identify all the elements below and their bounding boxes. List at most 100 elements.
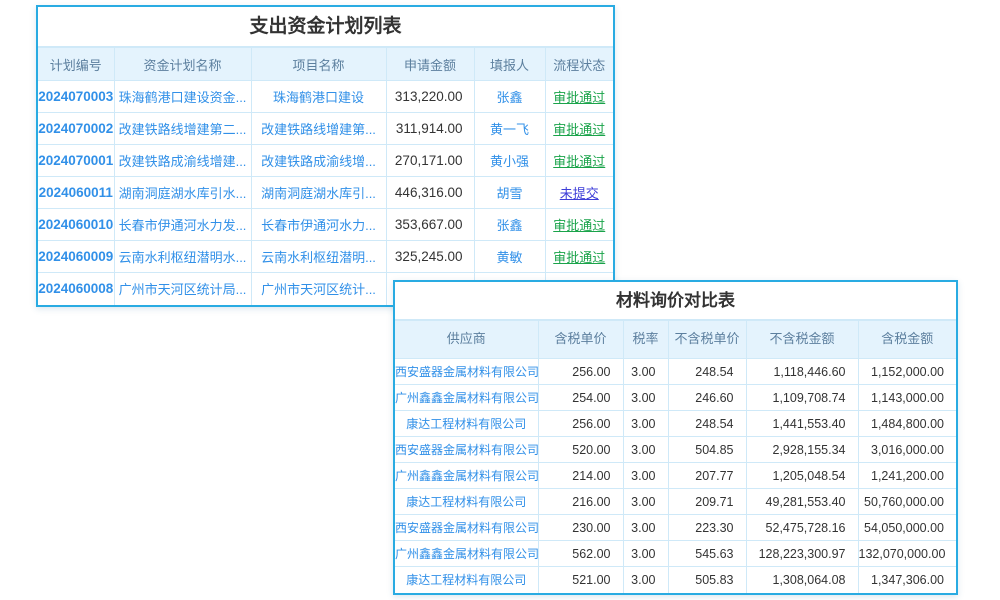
material-quote-header-row: 供应商 含税单价 税率 不含税单价 不含税金额 含税金额 bbox=[395, 321, 956, 359]
request-amount-cell: 311,914.00 bbox=[386, 113, 474, 145]
price-incl-tax-cell: 521.00 bbox=[538, 567, 623, 593]
table-row[interactable]: 2024070003珠海鹤港口建设资金...珠海鹤港口建设313,220.00张… bbox=[38, 81, 613, 113]
table-row[interactable]: 2024060009云南水利枢纽潜明水...云南水利枢纽潜明...325,245… bbox=[38, 241, 613, 273]
price-incl-tax-cell: 256.00 bbox=[538, 359, 623, 385]
price-excl-tax-cell: 207.77 bbox=[668, 463, 746, 489]
table-row[interactable]: 西安盛器金属材料有限公司230.003.00223.3052,475,728.1… bbox=[395, 515, 956, 541]
plan-id-link[interactable]: 2024060011 bbox=[38, 177, 114, 209]
desktop-background: 支出资金计划列表 计划编号 资金计划名称 项目名称 申请金额 填报人 流程状态 … bbox=[0, 0, 1000, 600]
table-row[interactable]: 西安盛器金属材料有限公司520.003.00504.852,928,155.34… bbox=[395, 437, 956, 463]
status-link[interactable]: 未提交 bbox=[560, 186, 599, 201]
reporter-cell: 张鑫 bbox=[474, 81, 545, 113]
price-incl-tax-cell: 562.00 bbox=[538, 541, 623, 567]
price-incl-tax-cell: 230.00 bbox=[538, 515, 623, 541]
fund-plan-name-cell: 云南水利枢纽潜明水... bbox=[114, 241, 251, 273]
fund-plan-name-cell: 改建铁路成渝线增建... bbox=[114, 145, 251, 177]
price-incl-tax-cell: 216.00 bbox=[538, 489, 623, 515]
amount-excl-tax-cell: 2,928,155.34 bbox=[746, 437, 858, 463]
supplier-cell: 广州鑫鑫金属材料有限公司 bbox=[395, 463, 538, 489]
supplier-cell: 西安盛器金属材料有限公司 bbox=[395, 515, 538, 541]
column-header-project-name: 项目名称 bbox=[251, 48, 386, 81]
table-row[interactable]: 广州鑫鑫金属材料有限公司254.003.00246.601,109,708.74… bbox=[395, 385, 956, 411]
project-name-cell: 改建铁路成渝线增... bbox=[251, 145, 386, 177]
amount-incl-tax-cell: 3,016,000.00 bbox=[858, 437, 956, 463]
plan-id-link[interactable]: 2024060009 bbox=[38, 241, 114, 273]
reporter-cell: 黄敏 bbox=[474, 241, 545, 273]
amount-excl-tax-cell: 1,308,064.08 bbox=[746, 567, 858, 593]
plan-id-link[interactable]: 2024070002 bbox=[38, 113, 114, 145]
project-name-cell: 湖南洞庭湖水库引... bbox=[251, 177, 386, 209]
tax-rate-cell: 3.00 bbox=[623, 437, 668, 463]
price-excl-tax-cell: 246.60 bbox=[668, 385, 746, 411]
column-header-amount: 申请金额 bbox=[386, 48, 474, 81]
table-row[interactable]: 康达工程材料有限公司521.003.00505.831,308,064.081,… bbox=[395, 567, 956, 593]
price-incl-tax-cell: 520.00 bbox=[538, 437, 623, 463]
table-row[interactable]: 2024070002改建铁路线增建第二...改建铁路线增建第...311,914… bbox=[38, 113, 613, 145]
column-header-fund-name: 资金计划名称 bbox=[114, 48, 251, 81]
expense-plan-table: 计划编号 资金计划名称 项目名称 申请金额 填报人 流程状态 202407000… bbox=[38, 47, 613, 305]
amount-incl-tax-cell: 1,241,200.00 bbox=[858, 463, 956, 489]
request-amount-cell: 270,171.00 bbox=[386, 145, 474, 177]
status-link[interactable]: 审批通过 bbox=[553, 90, 605, 105]
amount-incl-tax-cell: 1,152,000.00 bbox=[858, 359, 956, 385]
amount-incl-tax-cell: 1,484,800.00 bbox=[858, 411, 956, 437]
amount-incl-tax-cell: 1,347,306.00 bbox=[858, 567, 956, 593]
amount-incl-tax-cell: 1,143,000.00 bbox=[858, 385, 956, 411]
amount-excl-tax-cell: 49,281,553.40 bbox=[746, 489, 858, 515]
column-header-price-incl-tax: 含税单价 bbox=[538, 321, 623, 359]
supplier-cell: 康达工程材料有限公司 bbox=[395, 411, 538, 437]
table-row[interactable]: 2024060011湖南洞庭湖水库引水...湖南洞庭湖水库引...446,316… bbox=[38, 177, 613, 209]
table-row[interactable]: 西安盛器金属材料有限公司256.003.00248.541,118,446.60… bbox=[395, 359, 956, 385]
reporter-cell: 张鑫 bbox=[474, 209, 545, 241]
material-quote-title: 材料询价对比表 bbox=[395, 282, 956, 320]
table-row[interactable]: 广州鑫鑫金属材料有限公司214.003.00207.771,205,048.54… bbox=[395, 463, 956, 489]
table-row[interactable]: 康达工程材料有限公司216.003.00209.7149,281,553.405… bbox=[395, 489, 956, 515]
column-header-amount-incl-tax: 含税金额 bbox=[858, 321, 956, 359]
price-excl-tax-cell: 248.54 bbox=[668, 359, 746, 385]
amount-excl-tax-cell: 128,223,300.97 bbox=[746, 541, 858, 567]
plan-id-link[interactable]: 2024060010 bbox=[38, 209, 114, 241]
supplier-cell: 康达工程材料有限公司 bbox=[395, 567, 538, 593]
column-header-price-excl-tax: 不含税单价 bbox=[668, 321, 746, 359]
plan-id-link[interactable]: 2024070003 bbox=[38, 81, 114, 113]
supplier-cell: 康达工程材料有限公司 bbox=[395, 489, 538, 515]
project-name-cell: 长春市伊通河水力... bbox=[251, 209, 386, 241]
fund-plan-name-cell: 珠海鹤港口建设资金... bbox=[114, 81, 251, 113]
fund-plan-name-cell: 长春市伊通河水力发... bbox=[114, 209, 251, 241]
column-header-amount-excl-tax: 不含税金额 bbox=[746, 321, 858, 359]
tax-rate-cell: 3.00 bbox=[623, 515, 668, 541]
request-amount-cell: 446,316.00 bbox=[386, 177, 474, 209]
table-row[interactable]: 广州鑫鑫金属材料有限公司562.003.00545.63128,223,300.… bbox=[395, 541, 956, 567]
status-link[interactable]: 审批通过 bbox=[553, 122, 605, 137]
fund-plan-name-cell: 改建铁路线增建第二... bbox=[114, 113, 251, 145]
price-excl-tax-cell: 223.30 bbox=[668, 515, 746, 541]
tax-rate-cell: 3.00 bbox=[623, 463, 668, 489]
amount-excl-tax-cell: 1,441,553.40 bbox=[746, 411, 858, 437]
amount-incl-tax-cell: 50,760,000.00 bbox=[858, 489, 956, 515]
reporter-cell: 黄小强 bbox=[474, 145, 545, 177]
reporter-cell: 胡雪 bbox=[474, 177, 545, 209]
tax-rate-cell: 3.00 bbox=[623, 489, 668, 515]
expense-plan-header-row: 计划编号 资金计划名称 项目名称 申请金额 填报人 流程状态 bbox=[38, 48, 613, 81]
reporter-cell: 黄一飞 bbox=[474, 113, 545, 145]
plan-id-link[interactable]: 2024070001 bbox=[38, 145, 114, 177]
table-row[interactable]: 2024060010长春市伊通河水力发...长春市伊通河水力...353,667… bbox=[38, 209, 613, 241]
plan-id-link[interactable]: 2024060008 bbox=[38, 273, 114, 305]
tax-rate-cell: 3.00 bbox=[623, 411, 668, 437]
expense-plan-title: 支出资金计划列表 bbox=[38, 7, 613, 47]
supplier-cell: 广州鑫鑫金属材料有限公司 bbox=[395, 385, 538, 411]
status-link[interactable]: 审批通过 bbox=[553, 218, 605, 233]
table-row[interactable]: 康达工程材料有限公司256.003.00248.541,441,553.401,… bbox=[395, 411, 956, 437]
price-incl-tax-cell: 214.00 bbox=[538, 463, 623, 489]
column-header-reporter: 填报人 bbox=[474, 48, 545, 81]
table-row[interactable]: 2024070001改建铁路成渝线增建...改建铁路成渝线增...270,171… bbox=[38, 145, 613, 177]
expense-plan-panel: 支出资金计划列表 计划编号 资金计划名称 项目名称 申请金额 填报人 流程状态 … bbox=[36, 5, 615, 307]
price-incl-tax-cell: 256.00 bbox=[538, 411, 623, 437]
status-link[interactable]: 审批通过 bbox=[553, 154, 605, 169]
tax-rate-cell: 3.00 bbox=[623, 385, 668, 411]
amount-excl-tax-cell: 1,109,708.74 bbox=[746, 385, 858, 411]
status-link[interactable]: 审批通过 bbox=[553, 250, 605, 265]
fund-plan-name-cell: 湖南洞庭湖水库引水... bbox=[114, 177, 251, 209]
amount-incl-tax-cell: 132,070,000.00 bbox=[858, 541, 956, 567]
project-name-cell: 广州市天河区统计... bbox=[251, 273, 386, 305]
